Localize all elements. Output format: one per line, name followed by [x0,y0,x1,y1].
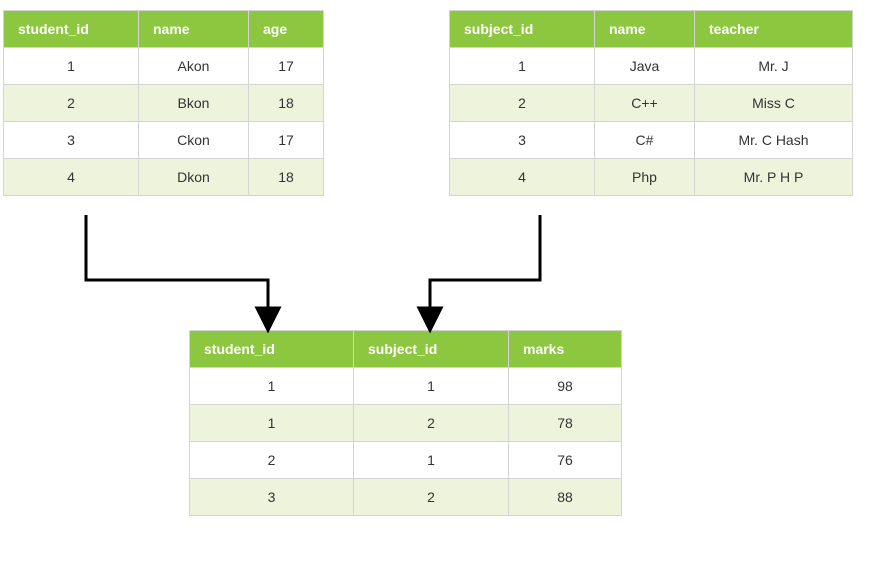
table-row: 4 Dkon 18 [4,159,324,196]
cell: 2 [354,405,509,442]
diagram-container: student_id name age 1 Akon 17 2 Bkon 18 … [0,0,870,576]
cell: Java [595,48,695,85]
cell: 76 [509,442,622,479]
table-row: 1 1 98 [190,368,622,405]
table-row: 4 Php Mr. P H P [450,159,853,196]
cell: 2 [4,85,139,122]
arrow-subjects-to-marks-icon [430,215,540,320]
table-row: 3 C# Mr. C Hash [450,122,853,159]
cell: 17 [249,122,324,159]
cell: Mr. C Hash [695,122,853,159]
table-row: 2 Bkon 18 [4,85,324,122]
students-header-name: name [139,11,249,48]
cell: 18 [249,85,324,122]
cell: 78 [509,405,622,442]
cell: Bkon [139,85,249,122]
cell: Miss C [695,85,853,122]
cell: 88 [509,479,622,516]
table-row: 2 1 76 [190,442,622,479]
cell: 4 [450,159,595,196]
cell: 17 [249,48,324,85]
students-header-row: student_id name age [4,11,324,48]
students-table: student_id name age 1 Akon 17 2 Bkon 18 … [3,10,324,196]
cell: 4 [4,159,139,196]
cell: 1 [354,368,509,405]
table-row: 1 Akon 17 [4,48,324,85]
cell: Php [595,159,695,196]
table-row: 2 C++ Miss C [450,85,853,122]
marks-table: student_id subject_id marks 1 1 98 1 2 7… [189,330,622,516]
cell: 1 [450,48,595,85]
cell: Dkon [139,159,249,196]
subjects-header-teacher: teacher [695,11,853,48]
cell: 2 [354,479,509,516]
cell: 3 [190,479,354,516]
cell: Mr. J [695,48,853,85]
cell: Ckon [139,122,249,159]
cell: 3 [450,122,595,159]
arrow-students-to-marks-icon [86,215,268,320]
cell: 1 [190,405,354,442]
subjects-header-name: name [595,11,695,48]
marks-header-row: student_id subject_id marks [190,331,622,368]
marks-header-subject_id: subject_id [354,331,509,368]
marks-header-student_id: student_id [190,331,354,368]
cell: C# [595,122,695,159]
cell: C++ [595,85,695,122]
subjects-header-row: subject_id name teacher [450,11,853,48]
subjects-header-subject_id: subject_id [450,11,595,48]
cell: 18 [249,159,324,196]
cell: 1 [4,48,139,85]
table-row: 3 2 88 [190,479,622,516]
students-header-age: age [249,11,324,48]
table-row: 1 2 78 [190,405,622,442]
table-row: 3 Ckon 17 [4,122,324,159]
marks-header-marks: marks [509,331,622,368]
cell: Akon [139,48,249,85]
subjects-table: subject_id name teacher 1 Java Mr. J 2 C… [449,10,853,196]
cell: 3 [4,122,139,159]
cell: Mr. P H P [695,159,853,196]
cell: 1 [190,368,354,405]
table-row: 1 Java Mr. J [450,48,853,85]
students-header-student_id: student_id [4,11,139,48]
cell: 2 [190,442,354,479]
cell: 2 [450,85,595,122]
cell: 1 [354,442,509,479]
cell: 98 [509,368,622,405]
